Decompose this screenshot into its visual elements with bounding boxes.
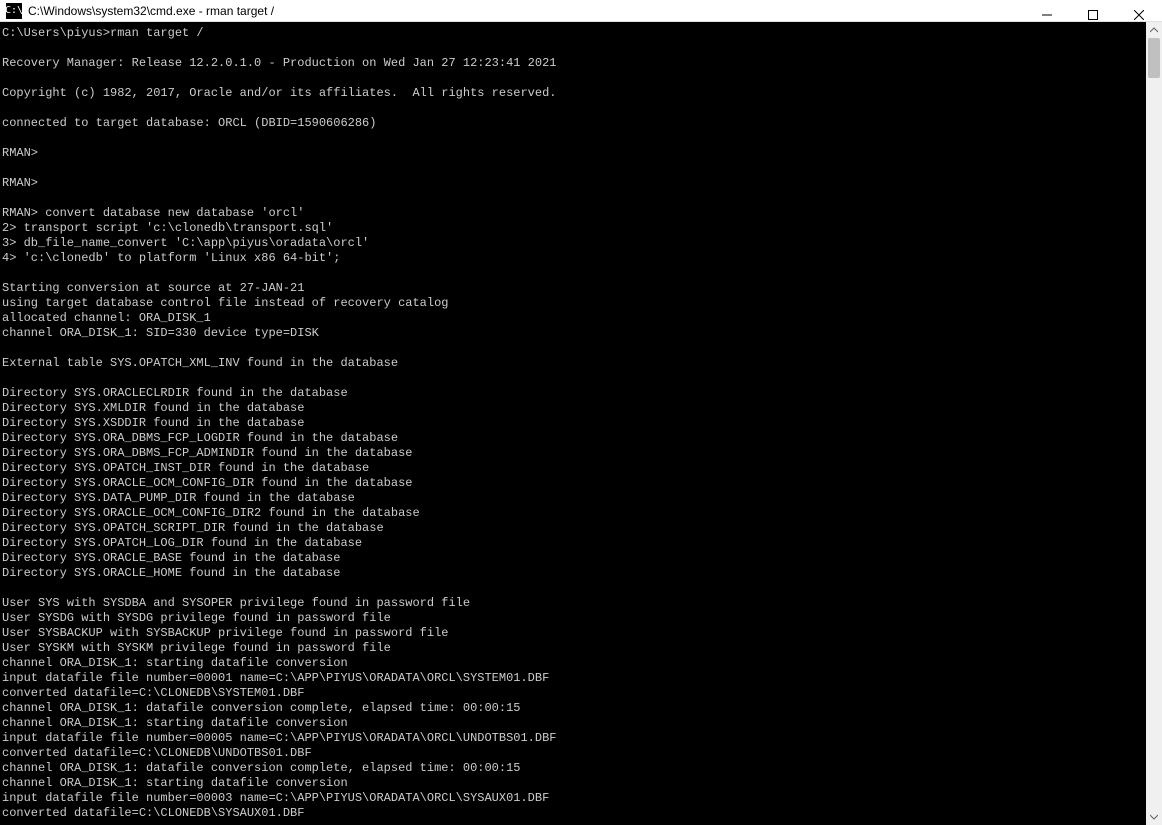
window-title: C:\Windows\system32\cmd.exe - rman targe… [28,4,274,18]
chevron-up-icon [1150,26,1158,34]
maximize-icon [1088,10,1098,20]
titlebar[interactable]: C:\ C:\Windows\system32\cmd.exe - rman t… [0,0,1162,22]
cmd-icon: C:\ [6,3,22,19]
minimize-icon [1042,10,1052,20]
terminal-output[interactable]: C:\Users\piyus>rman target / Recovery Ma… [0,22,1146,825]
chevron-down-icon [1150,813,1158,821]
close-icon [1134,10,1144,20]
cmd-window: C:\ C:\Windows\system32\cmd.exe - rman t… [0,0,1162,825]
vertical-scrollbar[interactable] [1146,22,1162,825]
terminal-area: C:\Users\piyus>rman target / Recovery Ma… [0,22,1162,825]
scroll-thumb[interactable] [1148,38,1160,78]
scroll-up-button[interactable] [1146,22,1162,38]
scroll-down-button[interactable] [1146,809,1162,825]
